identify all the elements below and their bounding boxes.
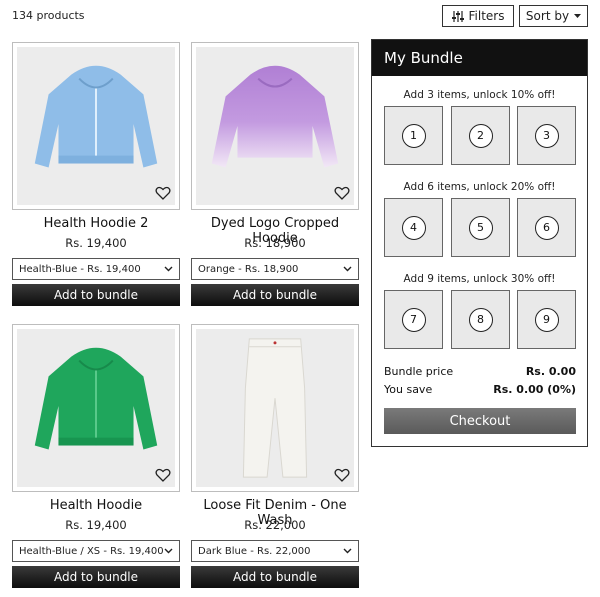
slot-number: 8 (468, 307, 493, 332)
tier-label: Add 6 items, unlock 20% off! (403, 181, 556, 193)
bundle-panel: My Bundle Add 3 items, unlock 10% off! 1… (371, 39, 588, 447)
hoodie-image (34, 347, 158, 450)
variant-select[interactable]: Orange - Rs. 18,900 (191, 258, 359, 280)
sliders-icon (451, 10, 464, 22)
variant-value: Orange - Rs. 18,900 (198, 263, 299, 275)
product-image[interactable] (191, 42, 359, 210)
sort-button[interactable]: Sort by (519, 5, 588, 27)
you-save-label: You save (384, 383, 433, 396)
slot-number: 6 (534, 215, 559, 240)
bundle-price-row: Bundle price Rs. 0.00 (384, 365, 576, 378)
slot-number: 3 (534, 123, 559, 148)
you-save-row: You save Rs. 0.00 (0%) (384, 383, 576, 396)
variant-value: Health-Blue / XS - Rs. 19,400 (19, 545, 164, 557)
product-image[interactable] (12, 42, 180, 210)
slot-number: 2 (468, 123, 493, 148)
add-to-bundle-button[interactable]: Add to bundle (12, 284, 180, 306)
bundle-slot[interactable]: 1 (384, 106, 443, 165)
toolbar: 134 products Filters Sort by (12, 5, 588, 27)
hoodie-image (34, 65, 158, 168)
bundle-slot[interactable]: 9 (517, 290, 576, 349)
product-count: 134 products (12, 9, 85, 22)
bundle-slot[interactable]: 2 (451, 106, 510, 165)
bundle-slot[interactable]: 6 (517, 198, 576, 257)
sort-label: Sort by (525, 9, 570, 23)
bundle-slot[interactable]: 8 (451, 290, 510, 349)
heart-icon[interactable] (155, 467, 171, 483)
product-price: Rs. 18,900 (244, 236, 306, 250)
product-name[interactable]: Health Hoodie (12, 498, 180, 513)
bundle-slot[interactable]: 5 (451, 198, 510, 257)
bundle-slot[interactable]: 7 (384, 290, 443, 349)
you-save-value: Rs. 0.00 (0%) (493, 383, 576, 396)
caret-down-icon (574, 13, 582, 18)
slot-number: 5 (468, 215, 493, 240)
checkout-button[interactable]: Checkout (384, 408, 576, 434)
chevron-down-icon (343, 266, 352, 272)
product-price: Rs. 19,400 (65, 236, 127, 250)
tier-label: Add 9 items, unlock 30% off! (403, 273, 556, 285)
jeans-image (242, 338, 308, 478)
product-price: Rs. 22,000 (244, 518, 306, 532)
slot-number: 7 (401, 307, 426, 332)
variant-value: Health-Blue - Rs. 19,400 (19, 263, 141, 275)
heart-icon[interactable] (334, 185, 350, 201)
heart-icon[interactable] (155, 185, 171, 201)
variant-select[interactable]: Health-Blue / XS - Rs. 19,400 (12, 540, 180, 562)
chevron-down-icon (164, 266, 173, 272)
variant-select[interactable]: Dark Blue - Rs. 22,000 (191, 540, 359, 562)
product-image[interactable] (191, 324, 359, 492)
product-name[interactable]: Health Hoodie 2 (12, 216, 180, 231)
chevron-down-icon (343, 548, 352, 554)
bundle-price-value: Rs. 0.00 (525, 365, 576, 378)
add-to-bundle-button[interactable]: Add to bundle (191, 566, 359, 588)
add-to-bundle-button[interactable]: Add to bundle (12, 566, 180, 588)
chevron-down-icon (164, 548, 173, 554)
bundle-slot[interactable]: 3 (517, 106, 576, 165)
bundle-slot[interactable]: 4 (384, 198, 443, 257)
heart-icon[interactable] (334, 467, 350, 483)
product-image[interactable] (12, 324, 180, 492)
variant-value: Dark Blue - Rs. 22,000 (198, 545, 311, 557)
product-price: Rs. 19,400 (65, 518, 127, 532)
filters-label: Filters (468, 9, 505, 23)
bundle-title: My Bundle (372, 40, 587, 76)
slot-number: 1 (401, 123, 426, 148)
filters-button[interactable]: Filters (442, 5, 514, 27)
slot-number: 4 (401, 215, 426, 240)
tier-label: Add 3 items, unlock 10% off! (403, 89, 556, 101)
add-to-bundle-button[interactable]: Add to bundle (191, 284, 359, 306)
bundle-price-label: Bundle price (384, 365, 454, 378)
variant-select[interactable]: Health-Blue - Rs. 19,400 (12, 258, 180, 280)
cropped-hoodie-image (211, 65, 339, 168)
slot-number: 9 (534, 307, 559, 332)
